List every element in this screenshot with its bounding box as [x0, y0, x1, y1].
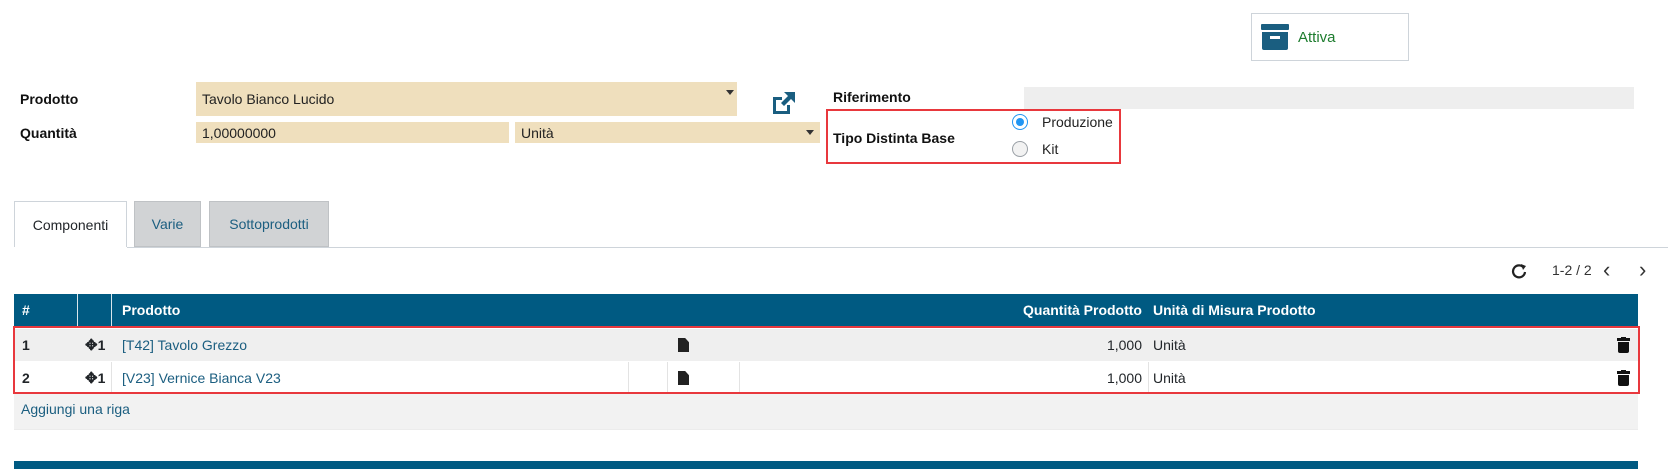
bom-type-option-label: Produzione: [1042, 114, 1113, 130]
uom-select[interactable]: Unità: [515, 122, 820, 143]
row-product-link[interactable]: [V23] Vernice Bianca V23: [122, 370, 281, 386]
reference-input[interactable]: [1024, 87, 1634, 109]
trash-icon[interactable]: [1617, 337, 1630, 353]
add-line-link[interactable]: Aggiungi una riga: [21, 401, 130, 417]
tab-label: Sottoprodotti: [229, 216, 309, 232]
quantity-label: Quantità: [20, 125, 77, 141]
pager-counter[interactable]: 1-2 / 2: [1552, 262, 1592, 278]
col-index-header[interactable]: #: [22, 294, 30, 326]
uom-select-value: Unità: [521, 124, 554, 141]
add-line-row: [14, 394, 1638, 429]
trash-icon[interactable]: [1617, 370, 1630, 386]
product-select[interactable]: Tavolo Bianco Lucido: [196, 82, 737, 116]
document-icon[interactable]: [678, 371, 689, 385]
radio-checked-icon[interactable]: [1012, 114, 1028, 130]
column-divider: [739, 362, 740, 394]
product-select-value: Tavolo Bianco Lucido: [202, 91, 335, 107]
tab-byproducts[interactable]: Sottoprodotti: [209, 201, 329, 247]
uom-dropdown-caret-icon[interactable]: [806, 130, 814, 135]
bom-type-option-label: Kit: [1042, 141, 1059, 157]
bom-type-option-kit[interactable]: Kit: [1012, 141, 1058, 157]
row-drag-handle[interactable]: ✥ 1: [85, 329, 105, 361]
tab-components[interactable]: Componenti: [14, 201, 127, 248]
row-sequence: 1: [97, 337, 106, 353]
column-divider: [1148, 362, 1149, 394]
status-active-button[interactable]: Attiva: [1251, 13, 1409, 61]
tab-label: Varie: [151, 216, 184, 232]
product-dropdown-caret-icon[interactable]: [726, 90, 734, 95]
column-divider: [628, 362, 629, 394]
row-drag-handle[interactable]: ✥ 1: [85, 362, 105, 394]
row-quantity: 1,000: [1106, 370, 1142, 386]
row-uom: Unità: [1153, 337, 1186, 353]
external-link-icon[interactable]: [769, 90, 797, 116]
quantity-input-value: 1,00000000: [202, 124, 276, 141]
chevron-right-icon[interactable]: ›: [1639, 259, 1646, 281]
status-label: Attiva: [1298, 28, 1336, 46]
chevron-left-icon[interactable]: ‹: [1603, 259, 1610, 281]
radio-unchecked-icon[interactable]: [1012, 141, 1028, 157]
column-divider: [667, 362, 668, 394]
row-index: 2: [22, 370, 30, 386]
tab-misc[interactable]: Varie: [134, 201, 201, 247]
row-index: 1: [22, 337, 30, 353]
tab-label: Componenti: [32, 216, 109, 233]
table-footer: [14, 461, 1638, 469]
column-divider: [111, 362, 112, 394]
reference-label: Riferimento: [833, 89, 911, 105]
table-row[interactable]: 1 ✥ 1 [T42] Tavolo Grezzo 1,000 Unità: [14, 329, 1638, 361]
row-sequence: 1: [97, 370, 106, 386]
row-product-link[interactable]: [T42] Tavolo Grezzo: [122, 337, 247, 353]
empty-row: [14, 429, 1638, 461]
quantity-input[interactable]: 1,00000000: [196, 122, 509, 143]
col-product-header[interactable]: Prodotto: [122, 294, 180, 326]
tab-divider: [14, 247, 1668, 248]
col-uom-header[interactable]: Unità di Misura Prodotto: [1153, 294, 1316, 326]
product-label: Prodotto: [20, 91, 79, 107]
table-row[interactable]: 2 ✥ 1 [V23] Vernice Bianca V23 1,000 Unit…: [14, 362, 1638, 394]
move-handle-icon[interactable]: ✥: [85, 369, 98, 387]
column-divider: [77, 294, 78, 326]
row-uom: Unità: [1153, 370, 1186, 386]
move-handle-icon[interactable]: ✥: [85, 336, 98, 354]
column-divider: [111, 294, 112, 326]
row-quantity: 1,000: [1106, 337, 1142, 353]
active-tab-gap: [14, 247, 127, 249]
bom-type-label: Tipo Distinta Base: [833, 130, 955, 146]
document-icon[interactable]: [678, 338, 689, 352]
col-quantity-header[interactable]: Quantità Prodotto: [744, 294, 1142, 326]
bom-type-option-production[interactable]: Produzione: [1012, 114, 1113, 130]
archive-box-icon: [1261, 24, 1289, 50]
refresh-icon[interactable]: [1510, 262, 1528, 280]
table-header: # Prodotto Quantità Prodotto Unità di Mi…: [14, 294, 1638, 326]
